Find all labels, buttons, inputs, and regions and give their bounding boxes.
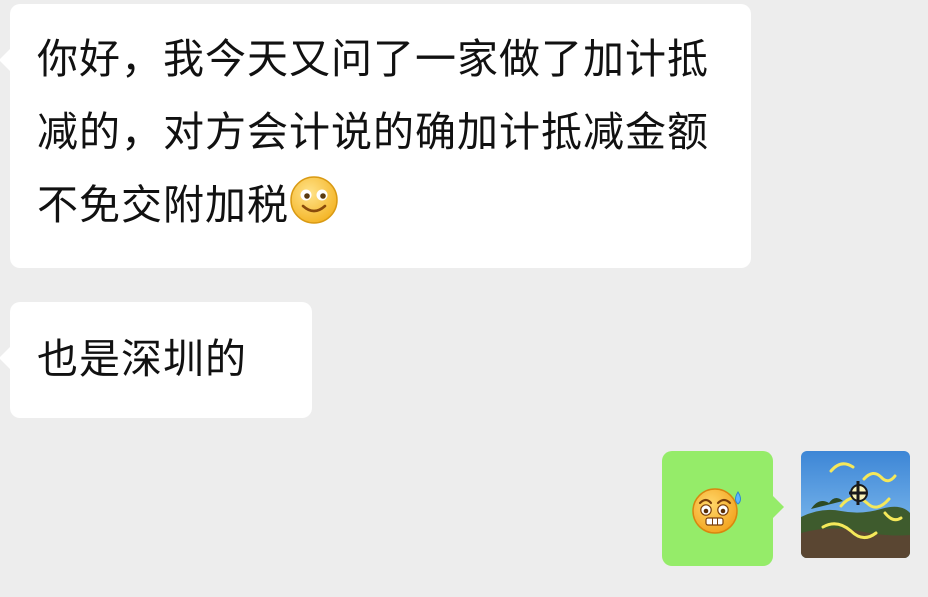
message-text-wrapper: 你好，我今天又问了一家做了加计抵减的，对方会计说的确加计抵减金额不免交附加税: [37, 23, 729, 242]
message-text: 你好，我今天又问了一家做了加计抵减的，对方会计说的确加计抵减金额不免交附加税: [37, 35, 709, 229]
chat-message-incoming[interactable]: 你好，我今天又问了一家做了加计抵减的，对方会计说的确加计抵减金额不免交附加税: [0, 4, 751, 268]
sweat-emoji-icon: [692, 488, 741, 534]
smile-emoji-icon: [290, 176, 338, 224]
user-avatar[interactable]: [801, 451, 910, 558]
chat-message-incoming[interactable]: 也是深圳的: [0, 302, 312, 418]
avatar-image-icon: [801, 451, 910, 558]
message-text: 也是深圳的: [37, 335, 247, 383]
chat-message-outgoing[interactable]: [662, 451, 784, 566]
